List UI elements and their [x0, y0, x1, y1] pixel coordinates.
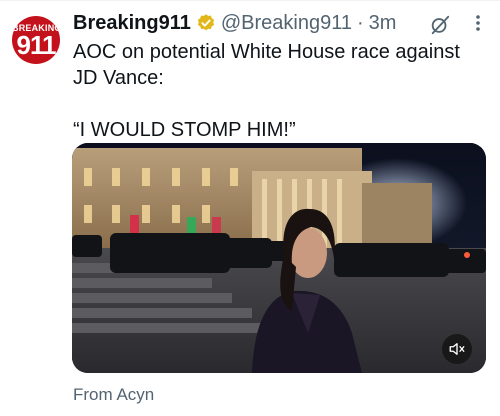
- author-display-name[interactable]: Breaking911: [73, 12, 191, 35]
- tweet-text: AOC on potential White House race agains…: [73, 41, 460, 141]
- avatar[interactable]: BREAKING 911: [12, 16, 60, 64]
- avatar-logo-text-bottom: 911: [16, 30, 57, 60]
- volume-muted-icon[interactable]: [442, 334, 472, 364]
- video-player[interactable]: [72, 143, 486, 373]
- tweet-timestamp[interactable]: 3m: [369, 12, 397, 35]
- tweet-header: Breaking911 @Breaking911 · 3m: [73, 10, 396, 36]
- video-scene: [72, 143, 486, 373]
- verified-badge-icon[interactable]: [196, 13, 216, 33]
- media-source-label[interactable]: From Acyn: [73, 385, 154, 405]
- header-separator: ·: [356, 11, 364, 34]
- more-options-icon[interactable]: [468, 12, 488, 34]
- top-divider: [0, 0, 500, 1]
- author-handle[interactable]: @Breaking911: [221, 12, 352, 35]
- grok-icon[interactable]: [429, 14, 451, 36]
